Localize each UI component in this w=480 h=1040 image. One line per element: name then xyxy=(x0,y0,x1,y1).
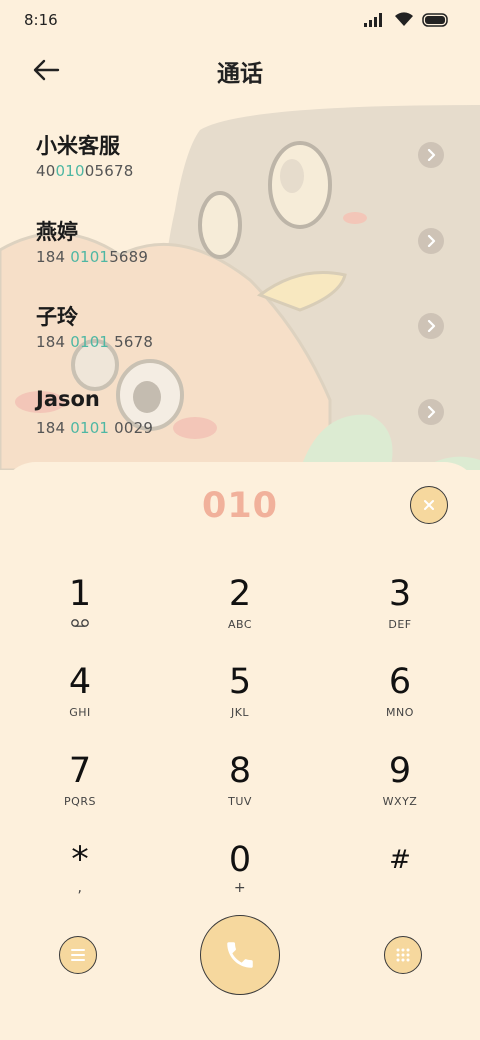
contact-number: 184 0101 0029 xyxy=(36,418,154,437)
wifi-icon xyxy=(395,12,413,26)
contact-number: 184 01015689 xyxy=(36,247,149,266)
key-hash[interactable]: # xyxy=(340,840,460,920)
status-icons xyxy=(364,12,450,27)
contact-name: 子玲 xyxy=(36,305,78,329)
chevron-right-icon[interactable] xyxy=(418,227,444,254)
contact-item[interactable]: Jason 184 0101 0029 xyxy=(0,377,480,463)
contact-number: 4001005678 xyxy=(36,162,134,180)
key-star[interactable]: * , xyxy=(20,840,140,920)
key-4[interactable]: 4 GHI xyxy=(20,662,140,742)
key-1[interactable]: 1 xyxy=(20,574,140,654)
signal-icon xyxy=(364,12,382,27)
keypad-toggle-button[interactable] xyxy=(384,936,422,974)
phone-icon xyxy=(227,942,253,968)
contact-list: 小米客服 4001005678 燕婷 184 01015689 子玲 184 0… xyxy=(0,120,480,462)
contact-name: 燕婷 xyxy=(36,219,78,244)
key-9[interactable]: 9 WXYZ xyxy=(340,751,460,831)
key-2[interactable]: 2 ABC xyxy=(180,574,300,654)
page-title: 通话 xyxy=(217,61,263,87)
chevron-right-icon[interactable] xyxy=(418,142,444,168)
contact-item[interactable]: 燕婷 184 01015689 xyxy=(0,206,480,292)
key-5[interactable]: 5 JKL xyxy=(180,662,300,742)
battery-icon xyxy=(422,12,448,27)
menu-icon xyxy=(71,949,85,961)
key-3[interactable]: 3 DEF xyxy=(340,574,460,654)
chevron-right-icon[interactable] xyxy=(418,398,444,425)
menu-button[interactable] xyxy=(59,936,97,974)
key-6[interactable]: 6 MNO xyxy=(340,662,460,742)
key-8[interactable]: 8 TUV xyxy=(180,751,300,831)
key-0[interactable]: 0 + xyxy=(180,840,300,920)
top-bar: 通话 xyxy=(0,48,480,92)
chevron-right-icon[interactable] xyxy=(418,313,444,339)
contact-name: 小米客服 xyxy=(36,134,120,158)
contact-item[interactable]: 子玲 184 0101 5678 xyxy=(0,291,480,377)
contact-item[interactable]: 小米客服 4001005678 xyxy=(0,120,480,206)
status-time: 8:16 xyxy=(24,11,58,29)
contact-name: Jason xyxy=(36,386,100,411)
keypad-icon xyxy=(396,948,410,962)
key-7[interactable]: 7 PQRS xyxy=(20,751,140,831)
voicemail-icon xyxy=(71,619,89,627)
dial-pad: 010 1 2 ABC 3 DEF 4 GHI 5 JKL 6 MNO 7 PQ… xyxy=(0,462,480,1040)
contact-number: 184 0101 5678 xyxy=(36,333,154,351)
call-button[interactable] xyxy=(200,915,280,995)
dialed-number[interactable]: 010 xyxy=(0,486,480,526)
status-bar: 8:16 xyxy=(0,0,480,40)
close-icon[interactable] xyxy=(410,486,448,524)
